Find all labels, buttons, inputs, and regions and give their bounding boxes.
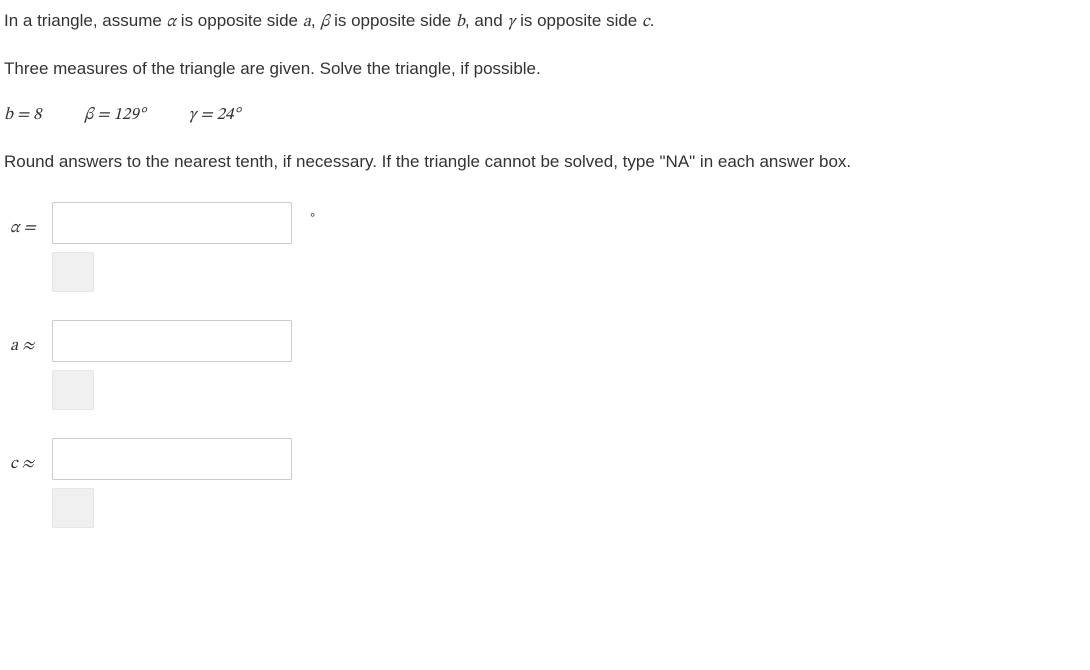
var-alpha: α: [167, 14, 177, 31]
alpha-input[interactable]: [52, 202, 292, 244]
a-input[interactable]: [52, 320, 292, 362]
answer-row-alpha: α = °: [4, 202, 1086, 292]
var-a: a: [303, 14, 311, 31]
intro-text-comma1: ,: [311, 11, 320, 30]
answer-row-a: a ≈: [4, 320, 1086, 410]
given-gamma: γ = 24°: [188, 103, 240, 129]
a-label: a ≈: [10, 320, 52, 360]
answer-row-c: c ≈: [4, 438, 1086, 528]
c-feedback-box: [52, 488, 94, 528]
alpha-feedback-box: [52, 252, 94, 292]
alpha-label: α =: [10, 202, 52, 242]
c-label: c ≈: [10, 438, 52, 478]
given-beta: β = 129°: [84, 103, 145, 129]
degree-symbol: °: [292, 202, 315, 228]
given-values: b = 8 β = 129° γ = 24°: [4, 101, 1086, 129]
var-c: c: [642, 14, 650, 31]
intro-text-1: In a triangle, assume: [4, 11, 167, 30]
var-b: b: [456, 14, 465, 31]
intro-text-and: , and: [465, 11, 508, 30]
intro-text-3: is opposite side: [329, 11, 456, 30]
intro-line: In a triangle, assume α is opposite side…: [4, 8, 1086, 36]
var-beta: β: [320, 14, 329, 31]
a-feedback-box: [52, 370, 94, 410]
given-b: b = 8: [4, 103, 42, 129]
intro-text-period: .: [650, 11, 655, 30]
a-input-stack: [52, 320, 292, 410]
alpha-input-stack: [52, 202, 292, 292]
intro-text-2: is opposite side: [176, 11, 303, 30]
rounding-line: Round answers to the nearest tenth, if n…: [4, 149, 1086, 175]
intro-text-4: is opposite side: [515, 11, 642, 30]
c-input-stack: [52, 438, 292, 528]
instruction-line: Three measures of the triangle are given…: [4, 56, 1086, 82]
c-input[interactable]: [52, 438, 292, 480]
